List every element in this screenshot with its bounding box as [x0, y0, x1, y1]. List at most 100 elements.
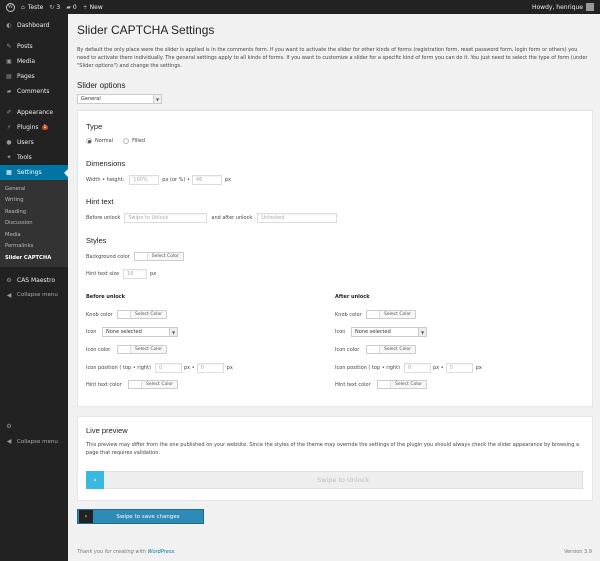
width-input[interactable]: 100% [129, 175, 160, 185]
select-color-label: Select Color [395, 382, 423, 387]
before-icon-color-button[interactable]: Select Color [117, 345, 168, 354]
collapse-icon: ◀ [6, 291, 12, 299]
sidebar-item-dashboard[interactable]: ◐ Dashboard [0, 18, 68, 33]
sidebar-item-appearance[interactable]: ✐ Appearance [0, 105, 68, 120]
avatar [586, 3, 594, 11]
submenu-permalinks[interactable]: Permalinks [0, 241, 68, 253]
sidebar-item-media[interactable]: ▣ Media [0, 54, 68, 69]
type-normal-radio[interactable] [86, 138, 92, 144]
background-color-label: Background color [86, 253, 130, 260]
after-icon-select-value: None selected [355, 329, 391, 335]
chevron-right-icon: › [79, 510, 93, 523]
before-icon-color-label: Icon color [86, 346, 111, 353]
updates-link[interactable]: ↻ 3 [49, 0, 60, 14]
submenu-media[interactable]: Media [0, 229, 68, 241]
footer-version: Version 3.9 [564, 549, 592, 555]
site-name: Teste [27, 3, 44, 11]
submenu-discussion[interactable]: Discussion [0, 218, 68, 230]
account-menu[interactable]: Howdy, henrique [532, 3, 594, 11]
select-color-label: Select Color [146, 382, 174, 387]
chevron-down-icon: ▼ [153, 95, 161, 103]
width-unit-label: px (or %) • [162, 177, 190, 183]
plugin-icon: ⚡ [6, 124, 12, 131]
home-icon: ⌂ [21, 3, 25, 11]
select-color-label: Select Color [384, 312, 412, 317]
submenu-writing[interactable]: Writing [0, 195, 68, 207]
page-title: Slider CAPTCHA Settings [77, 23, 215, 37]
wordpress-link[interactable]: WordPress [148, 549, 175, 555]
submenu-reading[interactable]: Reading [0, 206, 68, 218]
sidebar-item-label: Media [17, 58, 36, 65]
pin-icon: ✎ [6, 43, 12, 50]
select-color-label: Select Color [384, 347, 412, 352]
brush-icon: ✐ [6, 109, 12, 116]
dashboard-icon: ◐ [6, 22, 12, 29]
live-preview-description: This preview may differ from the one pub… [86, 442, 580, 456]
type-filled-radio[interactable] [123, 138, 130, 144]
sidebar-item-label: Comments [17, 88, 50, 95]
before-icon-top-input[interactable]: 0 [155, 363, 182, 373]
after-unlock-input[interactable]: Unlocked [257, 213, 338, 223]
slider-knob[interactable]: › [86, 471, 104, 489]
color-swatch [118, 346, 131, 353]
sidebar-item-comments[interactable]: ▰ Comments [0, 84, 68, 99]
after-hint-color-button[interactable]: Select Color [377, 380, 428, 389]
footer-thanks-prefix: Thank you for creating with [77, 549, 148, 555]
comments-link[interactable]: ▰ 0 [66, 0, 76, 14]
comments-count: 0 [72, 3, 77, 11]
live-preview-heading: Live preview [86, 426, 128, 435]
styles-heading: Styles [86, 236, 107, 245]
site-name-link[interactable]: ⌂ Teste [21, 0, 43, 14]
before-icon-label: Icon [86, 329, 97, 335]
save-changes-slider-button[interactable]: › Swipe to save changes [77, 509, 204, 524]
background-color-button[interactable]: Select Color [133, 252, 184, 261]
preview-slider[interactable]: › Swipe to Unlock [86, 471, 583, 489]
after-icon-top-input[interactable]: 0 [404, 363, 431, 373]
comment-bubble-icon: ▰ [66, 3, 71, 11]
submenu-general[interactable]: General [0, 183, 68, 195]
footer-thanks: Thank you for creating with WordPress. [77, 549, 176, 555]
after-icon-select[interactable]: None selected ▼ [351, 327, 427, 337]
sidebar-item-label: CAS Maestro [17, 276, 56, 284]
sidebar-item-posts[interactable]: ✎ Posts [0, 39, 68, 54]
before-knob-color-button[interactable]: Select Color [117, 310, 168, 319]
sidebar-item-cas-maestro[interactable]: ⚙ CAS Maestro [0, 273, 68, 288]
sidebar-item-tools[interactable]: ✦ Tools [0, 150, 68, 165]
collapse-menu-button-bottom[interactable]: ◀ Collapse menu [0, 434, 68, 449]
color-swatch [367, 311, 380, 318]
new-content-link[interactable]: + New [83, 0, 103, 14]
before-icon-select-value: None selected [106, 329, 142, 335]
sidebar-item-plugins[interactable]: ⚡ Plugins 1 [0, 120, 68, 135]
after-icon-color-button[interactable]: Select Color [366, 345, 417, 354]
form-type-select[interactable]: General ▼ [77, 94, 162, 104]
form-type-select-value: General [81, 96, 101, 102]
sidebar-item-label: Dashboard [17, 22, 50, 29]
sidebar-item-gear-bottom[interactable]: ⚙ [0, 419, 68, 434]
after-knob-color-button[interactable]: Select Color [366, 310, 417, 319]
sidebar-item-label: Settings [17, 169, 42, 176]
chevron-down-icon: ▼ [169, 328, 177, 336]
collapse-menu-button[interactable]: ◀ Collapse menu [0, 288, 68, 303]
sidebar-item-pages[interactable]: ▤ Pages [0, 69, 68, 84]
sidebar-item-label: Tools [17, 154, 32, 161]
before-hint-color-label: Hint text color [86, 381, 122, 388]
color-swatch [129, 381, 142, 388]
after-icon-right-input[interactable]: 0 [445, 363, 473, 373]
submenu-slider-captcha[interactable]: Slider CAPTCHA [0, 252, 68, 264]
live-preview-panel: Live preview This preview may differ fro… [77, 416, 593, 501]
before-hint-color-button[interactable]: Select Color [128, 380, 179, 389]
before-unlock-label: Before unlock [86, 215, 121, 221]
before-icon-select[interactable]: None selected ▼ [102, 327, 178, 337]
height-input[interactable]: 46 [191, 175, 222, 185]
before-icon-position-label: Icon position ( top • right) [86, 365, 151, 371]
updates-count: 3 [56, 3, 61, 11]
after-knob-color-label: Knob color [335, 311, 362, 318]
before-unlock-input[interactable]: Swipe to Unlock [124, 213, 208, 223]
sidebar-item-users[interactable]: ● Users [0, 135, 68, 150]
wordpress-logo-button[interactable]: W [6, 0, 15, 14]
sidebar-item-settings[interactable]: ▦ Settings [0, 165, 68, 180]
after-hint-color-label: Hint text color [335, 381, 371, 388]
hint-size-input[interactable]: 16 [123, 269, 148, 279]
before-icon-right-input[interactable]: 0 [196, 363, 224, 373]
hint-size-label: Hint text size [86, 271, 120, 277]
